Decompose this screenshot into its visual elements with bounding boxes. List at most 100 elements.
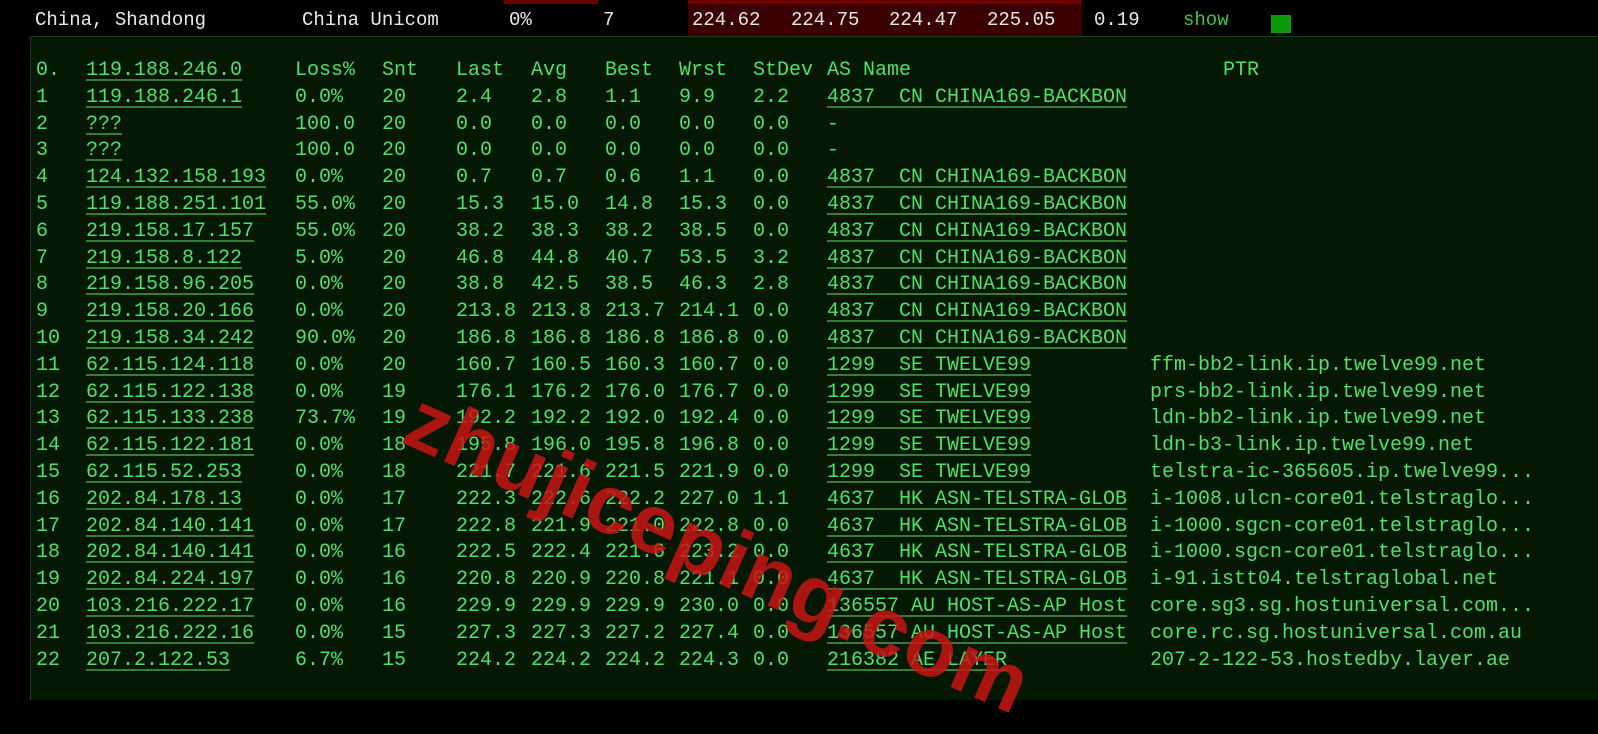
best: 221.0: [605, 514, 666, 538]
as-link[interactable]: 4637 HK ASN-TELSTRA-GLOB: [827, 541, 1127, 564]
hop-index: 8: [36, 273, 49, 297]
host-link[interactable]: 62.115.133.238: [86, 407, 254, 430]
host-link[interactable]: 219.158.8.122: [86, 247, 242, 270]
best: 222.2: [605, 487, 666, 511]
show-link[interactable]: show: [1183, 9, 1229, 31]
worst: 160.7: [679, 353, 740, 377]
as-link[interactable]: 4637 HK ASN-TELSTRA-GLOB: [827, 515, 1127, 538]
as-link[interactable]: 4837 CN CHINA169-BACKBON: [827, 193, 1127, 216]
host-link[interactable]: 202.84.224.197: [86, 568, 254, 591]
stdev: 0.0: [753, 327, 790, 350]
last: 222.8: [456, 514, 517, 538]
last: 160.7: [456, 353, 517, 377]
ptr: core.rc.sg.hostuniversal.com.au: [1150, 621, 1523, 645]
loss: 55.0%: [295, 219, 356, 243]
last: 221.7: [456, 461, 517, 484]
as-link[interactable]: 1299 SE TWELVE99: [827, 434, 1031, 457]
loss: 0.0%: [295, 300, 344, 324]
as-link[interactable]: 4837 CN CHINA169-BACKBON: [827, 327, 1127, 350]
hop-index: 9: [36, 300, 49, 324]
host-link[interactable]: 219.158.96.205: [86, 273, 254, 296]
header-snt: Snt: [382, 59, 419, 82]
avg: 222.4: [531, 541, 592, 565]
sent: 20: [382, 273, 407, 297]
as-link[interactable]: 1299 SE TWELVE99: [827, 381, 1031, 404]
loss: 0.0%: [295, 568, 344, 592]
as-link[interactable]: 216382 AE LAYER: [827, 649, 1007, 672]
status-indicator: [1271, 15, 1291, 33]
host-link[interactable]: 62.115.124.118: [86, 354, 254, 377]
sent: 15: [382, 648, 407, 672]
as-link: -: [827, 112, 840, 136]
host-link[interactable]: 103.216.222.17: [86, 595, 254, 618]
sent: 20: [382, 246, 407, 270]
best: 1.1: [605, 85, 642, 109]
worst: 227.0: [679, 487, 740, 511]
best: 40.7: [605, 246, 654, 270]
header-as: AS Name: [827, 59, 912, 82]
host-link[interactable]: 219.158.34.242: [86, 327, 254, 350]
latency-bar: [688, 0, 1082, 4]
as-link[interactable]: 4837 CN CHINA169-BACKBON: [827, 220, 1127, 243]
stdev: 0.0: [753, 139, 790, 163]
best: 227.2: [605, 621, 666, 645]
last: 192.2: [456, 407, 517, 431]
avg: 221.9: [531, 514, 592, 538]
sent: 18: [382, 461, 407, 484]
host-link[interactable]: 62.115.52.253: [86, 461, 242, 484]
hop-index: 12: [36, 380, 61, 404]
source-host-link[interactable]: 119.188.246.0: [86, 59, 242, 82]
host-link[interactable]: ???: [86, 139, 122, 162]
host-link[interactable]: 119.188.246.1: [86, 86, 242, 109]
as-link[interactable]: 1299 SE TWELVE99: [827, 407, 1031, 430]
host-link[interactable]: 202.84.178.13: [86, 488, 242, 511]
best: 221.6: [605, 541, 666, 565]
loss: 0.0%: [295, 541, 344, 565]
as-link[interactable]: 136557 AU HOST-AS-AP Host: [827, 622, 1127, 645]
host-link[interactable]: 62.115.122.138: [86, 381, 254, 404]
loss: 73.7%: [295, 407, 356, 431]
avg: 186.8: [531, 327, 592, 350]
stdev: 1.1: [753, 487, 790, 511]
host-link[interactable]: 103.216.222.16: [86, 622, 254, 645]
last: 0.7: [456, 166, 493, 190]
as-link[interactable]: 1299 SE TWELVE99: [827, 354, 1031, 377]
as-link[interactable]: 4837 CN CHINA169-BACKBON: [827, 300, 1127, 323]
last: 186.8: [456, 327, 517, 350]
host-link[interactable]: 124.132.158.193: [86, 166, 266, 189]
as-link[interactable]: 1299 SE TWELVE99: [827, 461, 1031, 484]
host-link[interactable]: 202.84.140.141: [86, 541, 254, 564]
last: 224.2: [456, 648, 517, 672]
hop-index: 4: [36, 166, 49, 190]
last: 38.8: [456, 273, 505, 297]
host-link[interactable]: 62.115.122.181: [86, 434, 254, 457]
as-link[interactable]: 4837 CN CHINA169-BACKBON: [827, 166, 1127, 189]
avg: 160.5: [531, 353, 592, 377]
last: 222.5: [456, 541, 517, 565]
best: 192.0: [605, 407, 666, 431]
host-link[interactable]: 219.158.20.166: [86, 300, 254, 323]
stdev: 0.0: [753, 407, 790, 431]
hop-index: 1: [36, 85, 49, 109]
host-link[interactable]: 219.158.17.157: [86, 220, 254, 243]
avg: 224.2: [531, 648, 592, 672]
host-link[interactable]: 207.2.122.53: [86, 649, 230, 672]
host-link[interactable]: 202.84.140.141: [86, 515, 254, 538]
as-link[interactable]: 4837 CN CHINA169-BACKBON: [827, 247, 1127, 270]
hop-index: 3: [36, 139, 49, 163]
as-link[interactable]: 4837 CN CHINA169-BACKBON: [827, 86, 1127, 109]
best: 221.5: [605, 461, 666, 484]
host-link[interactable]: ???: [86, 113, 122, 136]
as-link[interactable]: 4837 CN CHINA169-BACKBON: [827, 273, 1127, 296]
last: 46.8: [456, 246, 505, 270]
host-link[interactable]: 119.188.251.101: [86, 193, 266, 216]
stdev: 0.0: [753, 434, 790, 458]
loss: 0.0%: [295, 380, 344, 404]
as-link[interactable]: 4637 HK ASN-TELSTRA-GLOB: [827, 488, 1127, 511]
best: 14.8: [605, 193, 654, 216]
avg: 0.0: [531, 112, 568, 136]
as-link[interactable]: 4637 HK ASN-TELSTRA-GLOB: [827, 568, 1127, 591]
last: 176.1: [456, 380, 517, 404]
as-link[interactable]: 136557 AU HOST-AS-AP Host: [827, 595, 1127, 618]
loss: 0.0%: [295, 85, 344, 109]
